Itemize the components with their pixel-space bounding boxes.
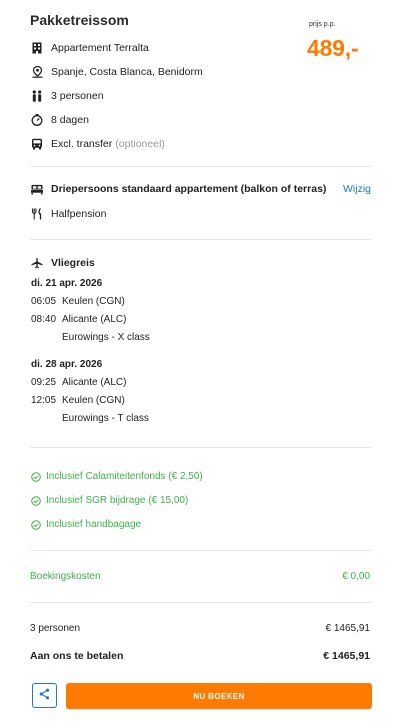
board-row: Halfpension [31, 206, 106, 222]
hotel-row: Appartement Terralta [31, 40, 149, 56]
departure-time: 09:25 [31, 377, 57, 388]
transfer-row: Excl. transfer (optioneel) [31, 136, 165, 152]
map-pin-icon [31, 66, 43, 78]
persons-icon [31, 90, 43, 102]
booking-fee-label: Boekingskosten [30, 571, 101, 582]
persons-price-row: 3 personen € 1465,91 [30, 623, 370, 634]
divider [30, 166, 372, 167]
check-circle-icon [31, 471, 41, 482]
timer-icon [31, 114, 43, 126]
hotel-name: Appartement Terralta [51, 42, 149, 54]
departure-airport: Alicante (ALC) [62, 377, 127, 388]
inclusion-item: Inclusief SGR bijdrage (€ 15,00) [31, 495, 188, 506]
package-summary-card: Pakketreissom prijs p.p. 489,- Apparteme… [0, 0, 415, 721]
airplane-icon [31, 257, 43, 269]
persons: 3 personen [51, 90, 104, 102]
check-circle-icon [31, 495, 41, 506]
total-label: Aan ons te betalen [30, 650, 124, 662]
change-room-link[interactable]: Wijzig [343, 183, 371, 195]
location: Spanje, Costa Blanca, Benidorm [51, 66, 203, 78]
outbound-departure: 06:05 Keulen (CGN) [31, 296, 125, 307]
inclusion-text: Inclusief SGR bijdrage (€ 15,00) [46, 495, 189, 506]
booking-fee-value: € 0,00 [342, 571, 370, 582]
outbound-arrival: 08:40 Alicante (ALC) [31, 314, 126, 325]
inclusion-item: Inclusief handbagage [31, 519, 141, 530]
transfer-optional-note: (optioneel) [115, 138, 165, 150]
arrival-airport: Alicante (ALC) [62, 314, 127, 325]
persons-price-label: 3 personen [30, 623, 81, 634]
page-title: Pakketreissom [30, 12, 129, 28]
return-departure: 09:25 Alicante (ALC) [31, 377, 126, 388]
flight-title: Vliegreis [51, 257, 95, 269]
outbound-date: di. 21 apr. 2026 [31, 278, 103, 289]
divider [30, 550, 372, 551]
arrival-airport: Keulen (CGN) [62, 395, 125, 406]
inclusion-text: Inclusief handbagage [46, 519, 142, 530]
persons-row: 3 personen [31, 88, 104, 104]
total-value: € 1465,91 [323, 650, 370, 662]
check-circle-icon [31, 519, 41, 530]
persons-price-value: € 1465,91 [325, 623, 371, 634]
share-icon [39, 687, 50, 705]
inclusion-text: Inclusief Calamiteitenfonds (€ 2,50) [46, 471, 203, 482]
return-arrival: 12:05 Keulen (CGN) [31, 395, 125, 406]
arrival-time: 08:40 [31, 314, 57, 325]
duration: 8 dagen [51, 114, 89, 126]
divider [30, 602, 372, 603]
book-now-button[interactable]: NU BOEKEN [66, 683, 372, 709]
share-button[interactable] [32, 683, 57, 708]
price: 489,- [307, 35, 359, 61]
departure-time: 06:05 [31, 296, 57, 307]
duration-row: 8 dagen [31, 112, 89, 128]
transfer: Excl. transfer [51, 138, 113, 150]
divider [30, 239, 372, 240]
building-icon [31, 42, 43, 54]
total-row: Aan ons te betalen € 1465,91 [30, 650, 370, 662]
room-type: Driepersoons standaard appartement (balk… [51, 183, 327, 195]
booking-fee-row: Boekingskosten € 0,00 [30, 571, 370, 582]
return-carrier: Eurowings - T class [62, 413, 149, 424]
price-per-person-label: prijs p.p. [309, 21, 336, 28]
inclusion-item: Inclusief Calamiteitenfonds (€ 2,50) [31, 471, 203, 482]
departure-airport: Keulen (CGN) [62, 296, 125, 307]
arrival-time: 12:05 [31, 395, 57, 406]
room-row: Driepersoons standaard appartement (balk… [31, 181, 326, 197]
divider [30, 447, 372, 448]
cutlery-icon [31, 208, 43, 220]
board-type: Halfpension [51, 208, 107, 220]
bed-icon [31, 183, 43, 195]
flight-header-row: Vliegreis [31, 255, 95, 271]
outbound-carrier: Eurowings - X class [62, 332, 150, 343]
return-date: di. 28 apr. 2026 [31, 359, 103, 370]
location-row: Spanje, Costa Blanca, Benidorm [31, 64, 203, 80]
bus-icon [31, 138, 43, 150]
